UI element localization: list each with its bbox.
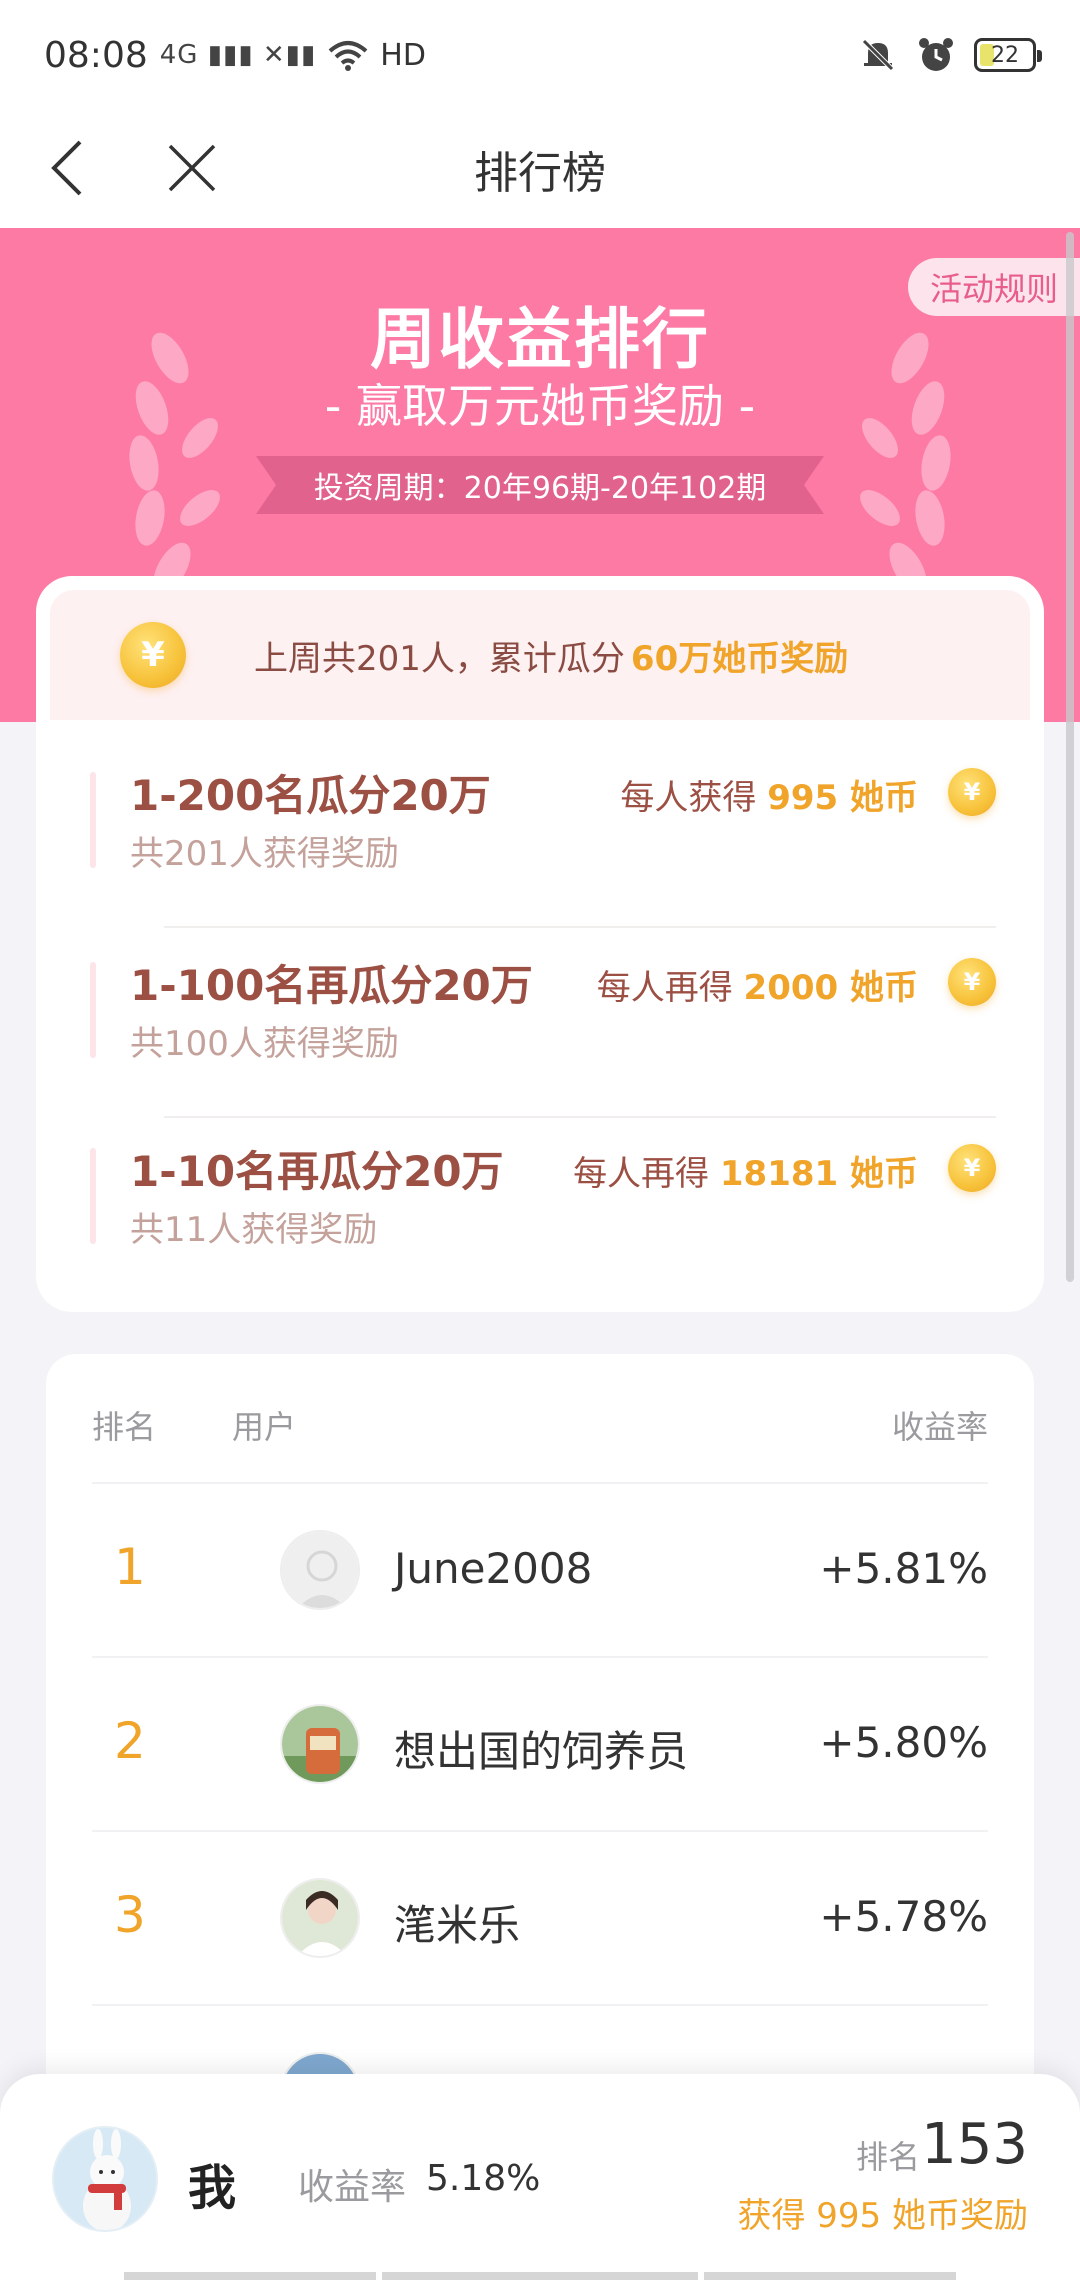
row-rank: 3 bbox=[114, 1886, 146, 1944]
status-left: 08:08 4G ▮▮▮ ✕▮▮ HD bbox=[44, 35, 426, 76]
avatar[interactable] bbox=[280, 1530, 360, 1610]
summary-highlight: 60万她币奖励 bbox=[630, 638, 849, 679]
coin-icon: ¥ bbox=[120, 622, 186, 688]
banner-subtitle: - 赢取万元她币奖励 - bbox=[324, 379, 756, 433]
tier-amount-value: 2000 她币 bbox=[743, 968, 918, 1008]
row-rate: +5.78% bbox=[819, 1892, 988, 1941]
row-user: 想出国的饲养员 bbox=[394, 1727, 689, 1776]
tier-amount-prefix: 每人获得 bbox=[620, 778, 757, 818]
coin-icon: ¥ bbox=[948, 1144, 996, 1192]
tier-amount-prefix: 每人再得 bbox=[573, 1154, 710, 1194]
status-time: 08:08 bbox=[44, 34, 148, 76]
gesture-bar bbox=[124, 2272, 956, 2280]
col-user: 用户 bbox=[232, 1408, 297, 1446]
row-rate: +5.80% bbox=[819, 1718, 988, 1767]
status-right: 22 bbox=[858, 35, 1042, 75]
summary-prefix: 上周共201人，累计瓜分 bbox=[254, 638, 625, 679]
coin-icon: ¥ bbox=[948, 768, 996, 816]
nav-bar: 排行榜 bbox=[0, 110, 1080, 228]
reward-card: ¥ 上周共201人，累计瓜分 60万她币奖励 1-200名瓜分20万 共201人获… bbox=[36, 576, 1044, 1312]
my-reward: 获得 995 她币奖励 bbox=[737, 2196, 1028, 2236]
row-rate: +5.81% bbox=[819, 1544, 988, 1593]
tier-name: 1-200名瓜分20万 bbox=[130, 771, 491, 820]
my-avatar[interactable] bbox=[52, 2126, 158, 2232]
table-row[interactable]: 1 June2008 +5.81% bbox=[92, 1484, 988, 1658]
alarm-icon bbox=[919, 38, 953, 71]
reward-summary: ¥ 上周共201人，累计瓜分 60万她币奖励 bbox=[50, 590, 1030, 720]
battery-level: 22 bbox=[991, 42, 1019, 68]
tier-amount-prefix: 每人再得 bbox=[596, 968, 733, 1008]
tier-count: 共11人获得奖励 bbox=[130, 1210, 378, 1250]
close-icon[interactable] bbox=[156, 132, 228, 204]
reward-tier: 1-100名再瓜分20万 共100人获得奖励 每人再得 2000 她币 ¥ bbox=[90, 928, 996, 1118]
my-rank-label: 排名 bbox=[855, 2138, 920, 2176]
row-user: 滗米乐 bbox=[394, 1901, 521, 1950]
signal-icon: 4G ▮▮▮ ✕▮▮ bbox=[159, 40, 317, 70]
reward-tier: 1-10名再瓜分20万 共11人获得奖励 每人再得 18181 她币 ¥ bbox=[90, 1114, 996, 1304]
hd-indicator: HD bbox=[380, 37, 426, 73]
my-rate: 5.18% bbox=[426, 2158, 541, 2199]
col-rate: 收益率 bbox=[891, 1408, 988, 1446]
row-user: June2008 bbox=[394, 1544, 593, 1593]
tier-amount: 每人再得 2000 她币 bbox=[597, 960, 918, 1009]
tier-amount-value: 995 她币 bbox=[767, 778, 918, 818]
tier-count: 共201人获得奖励 bbox=[130, 834, 399, 874]
tier-amount-value: 18181 她币 bbox=[719, 1154, 918, 1194]
period-ribbon: 投资周期：20年96期-20年102期 bbox=[256, 456, 824, 514]
reward-tier: 1-200名瓜分20万 共201人获得奖励 每人获得 995 她币 ¥ bbox=[90, 738, 996, 928]
tier-count: 共100人获得奖励 bbox=[130, 1024, 399, 1064]
avatar[interactable] bbox=[280, 1878, 360, 1958]
summary-text: 上周共201人，累计瓜分 60万她币奖励 bbox=[254, 631, 848, 680]
wifi-icon bbox=[328, 41, 368, 71]
tier-name: 1-100名再瓜分20万 bbox=[130, 961, 533, 1010]
status-bar: 08:08 4G ▮▮▮ ✕▮▮ HD 22 bbox=[0, 0, 1080, 110]
tier-amount: 每人获得 995 她币 bbox=[620, 770, 918, 819]
my-rank: 153 bbox=[921, 2112, 1028, 2177]
row-rank: 2 bbox=[114, 1712, 146, 1770]
my-rank-bar: 我 收益率 5.18% 排名 153 获得 995 她币奖励 bbox=[0, 2074, 1080, 2280]
back-arrow-icon[interactable] bbox=[36, 132, 108, 204]
scrollbar[interactable] bbox=[1066, 232, 1074, 1282]
my-rate-label: 收益率 bbox=[298, 2167, 407, 2208]
mute-bell-icon bbox=[862, 39, 894, 71]
ranking-header: 排名 用户 收益率 bbox=[92, 1354, 988, 1484]
coin-icon: ¥ bbox=[948, 958, 996, 1006]
period-text: 投资周期：20年96期-20年102期 bbox=[313, 471, 767, 506]
table-row[interactable]: 3 滗米乐 +5.78% bbox=[92, 1832, 988, 2006]
page-title: 排行榜 bbox=[474, 148, 606, 199]
row-rank: 1 bbox=[114, 1538, 146, 1596]
banner-title: 周收益排行 bbox=[370, 301, 710, 378]
battery-icon: 22 bbox=[974, 38, 1042, 72]
col-rank: 排名 bbox=[92, 1408, 157, 1446]
tier-name: 1-10名再瓜分20万 bbox=[130, 1147, 504, 1196]
tier-amount: 每人再得 18181 她币 bbox=[573, 1146, 918, 1195]
my-name: 我 bbox=[188, 2160, 237, 2216]
avatar[interactable] bbox=[280, 1704, 360, 1784]
table-row[interactable]: 2 想出国的饲养员 +5.80% bbox=[92, 1658, 988, 1832]
